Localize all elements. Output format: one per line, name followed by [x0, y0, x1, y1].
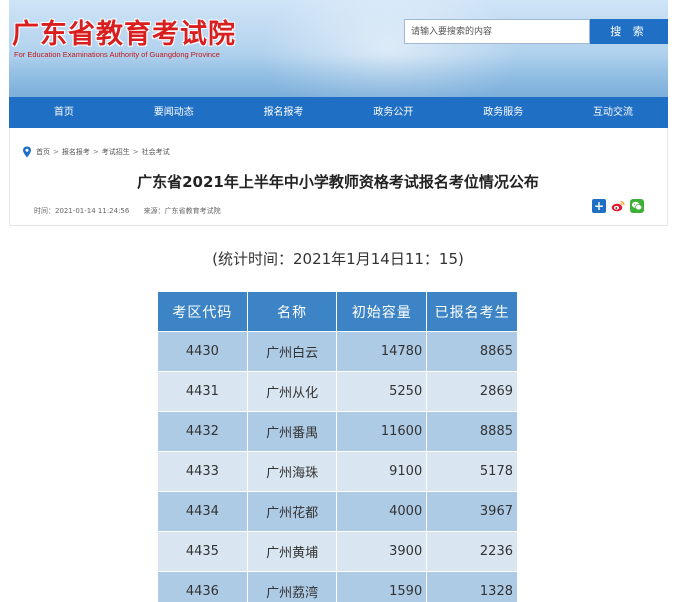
cell-capacity: 5250: [336, 371, 428, 412]
cell-capacity: 14780: [336, 331, 428, 372]
column-header-code: 考区代码: [157, 291, 248, 332]
nav-item-public-affairs[interactable]: 政务公开: [338, 97, 448, 128]
cell-code: 4433: [157, 451, 248, 492]
nav-item-news[interactable]: 要闻动态: [119, 97, 229, 128]
cell-code: 4432: [157, 411, 248, 452]
cell-registered: 3967: [426, 491, 518, 532]
cell-name: 广州白云: [246, 331, 338, 372]
column-header-name: 名称: [246, 291, 338, 332]
article-time: 时间：2021-01-14 11:24:56: [34, 207, 130, 215]
table-row: 4435 广州黄埔 3900 2236: [157, 531, 518, 572]
breadcrumb-item-exams[interactable]: 考试招生: [102, 147, 130, 157]
article-source: 来源：广东省教育考试院: [143, 207, 221, 215]
breadcrumb-separator: >: [53, 148, 59, 156]
breadcrumb-separator: >: [92, 148, 99, 156]
breadcrumb-separator: >: [132, 148, 139, 156]
cell-registered: 5178: [426, 451, 518, 492]
article-title: 广东省2021年上半年中小学教师资格考试报名考位情况公布: [137, 173, 539, 191]
nav-item-interaction[interactable]: 互动交流: [558, 97, 668, 128]
cell-name: 广州花都: [246, 491, 338, 532]
nav-item-home[interactable]: 首页: [9, 97, 119, 128]
cell-code: 4434: [157, 491, 248, 532]
main-nav: 首页 要闻动态 报名报考 政务公开 政务服务 互动交流: [9, 97, 668, 128]
cell-code: 4430: [157, 331, 248, 372]
cell-registered: 2236: [426, 531, 518, 572]
site-logo-subtitle: For Education Examinations Authority of …: [14, 50, 220, 59]
site-logo-title[interactable]: 广东省教育考试院: [12, 12, 236, 51]
cell-name: 广州海珠: [246, 451, 338, 492]
table-row: 4433 广州海珠 9100 5178: [157, 451, 518, 492]
nav-item-services[interactable]: 政务服务: [448, 97, 558, 128]
cell-registered: 8865: [426, 331, 518, 372]
search-button[interactable]: 搜 索: [590, 19, 668, 44]
search-input[interactable]: 请输入要搜索的内容: [404, 19, 590, 44]
article-meta: 时间：2021-01-14 11:24:56 来源：广东省教育考试院: [34, 206, 233, 216]
cell-code: 4436: [157, 571, 248, 602]
cell-name: 广州黄埔: [246, 531, 338, 572]
breadcrumb-item-home[interactable]: 首页: [36, 147, 50, 157]
breadcrumb: 首页 > 报名报考 > 考试招生 > 社会考试: [22, 146, 170, 158]
location-pin-icon: [23, 146, 31, 158]
divider: [9, 225, 668, 226]
cell-name: 广州从化: [246, 371, 338, 412]
cell-capacity: 3900: [336, 531, 428, 572]
exam-seat-table: 考区代码 名称 初始容量 已报名考生 4430 广州白云 14780 8865 …: [157, 291, 518, 602]
wechat-icon[interactable]: [630, 199, 644, 213]
cell-capacity: 4000: [336, 491, 428, 532]
cell-registered: 8885: [426, 411, 518, 452]
banner-decoration: [9, 55, 668, 97]
table-row: 4434 广州花都 4000 3967: [157, 491, 518, 532]
table-header-row: 考区代码 名称 初始容量 已报名考生: [157, 291, 518, 332]
column-header-capacity: 初始容量: [336, 291, 428, 332]
cell-capacity: 1590: [336, 571, 428, 602]
share-plus-icon[interactable]: +: [592, 199, 606, 213]
table-row: 4432 广州番禺 11600 8885: [157, 411, 518, 452]
breadcrumb-item-registration[interactable]: 报名报考: [62, 147, 90, 157]
cell-code: 4431: [157, 371, 248, 412]
table-row: 4431 广州从化 5250 2869: [157, 371, 518, 412]
table-row: 4430 广州白云 14780 8865: [157, 331, 518, 372]
nav-item-registration[interactable]: 报名报考: [229, 97, 339, 128]
site-header-banner: 广东省教育考试院 For Education Examinations Auth…: [9, 0, 668, 97]
cell-name: 广州荔湾: [246, 571, 338, 602]
cell-capacity: 9100: [336, 451, 428, 492]
weibo-icon[interactable]: [611, 199, 625, 213]
cell-registered: 2869: [426, 371, 518, 412]
share-buttons: +: [592, 199, 644, 213]
column-header-registered: 已报名考生: [426, 291, 518, 332]
cell-registered: 1328: [426, 571, 518, 602]
cell-capacity: 11600: [336, 411, 428, 452]
table-row: 4436 广州荔湾 1590 1328: [157, 571, 518, 602]
breadcrumb-item-social-exams[interactable]: 社会考试: [142, 147, 170, 157]
cell-name: 广州番禺: [246, 411, 338, 452]
cell-code: 4435: [157, 531, 248, 572]
statistics-time: (统计时间：2021年1月14日11：15): [212, 250, 464, 268]
